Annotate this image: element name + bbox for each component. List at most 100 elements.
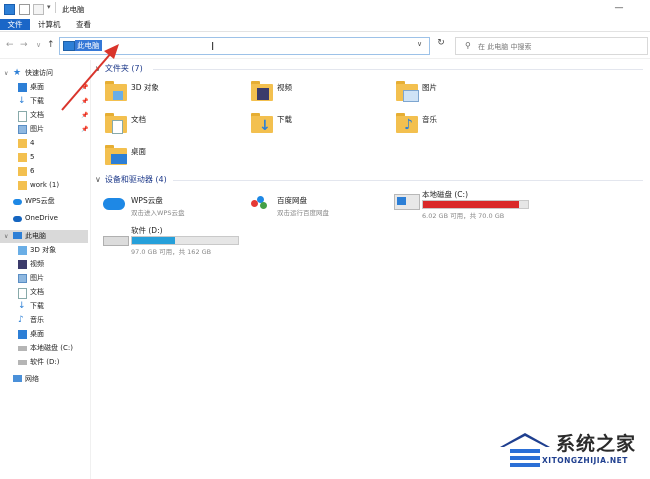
tab-file[interactable]: 文件 bbox=[0, 19, 30, 30]
video-icon bbox=[257, 88, 269, 100]
cloud-icon bbox=[103, 198, 125, 210]
sidebar-item-label: 网络 bbox=[25, 375, 39, 383]
folder-name: 图片 bbox=[422, 83, 437, 92]
sidebar-item-label: 图片 bbox=[30, 125, 44, 133]
folder-tile-documents[interactable]: 文档 bbox=[103, 112, 233, 144]
sidebar-item-3d-objects[interactable]: 3D 对象 bbox=[0, 244, 88, 257]
onedrive-cloud-icon bbox=[13, 216, 22, 222]
quick-toolbar-dropdown-icon[interactable]: ▾ bbox=[47, 3, 51, 11]
watermark-logo: 系统之家 XITONGZHIJIA.NET bbox=[490, 425, 650, 479]
sidebar-item-label: 桌面 bbox=[30, 330, 44, 338]
chevron-down-icon[interactable]: ∨ bbox=[95, 175, 101, 184]
folder-tile-downloads[interactable]: ↓ 下载 bbox=[249, 112, 379, 144]
sidebar-item-label: 此电脑 bbox=[25, 232, 46, 240]
folder-tile-videos[interactable]: 视频 bbox=[249, 80, 379, 112]
desktop-icon bbox=[111, 154, 127, 164]
folders-group-header[interactable]: ∨ 文件夹 (7) bbox=[95, 63, 143, 74]
3d-objects-icon bbox=[113, 91, 123, 100]
address-path[interactable]: 此电脑 bbox=[75, 40, 102, 51]
this-pc-icon bbox=[63, 41, 75, 51]
pin-icon[interactable]: 📌 bbox=[81, 109, 88, 122]
star-icon: ★ bbox=[13, 68, 22, 78]
sidebar-item-music[interactable]: ♪ 音乐 bbox=[0, 314, 88, 327]
devices-group-header[interactable]: ∨ 设备和驱动器 (4) bbox=[95, 174, 167, 185]
sidebar-item-folder-6[interactable]: 6 bbox=[0, 165, 88, 178]
folder-tile-music[interactable]: ♪ 音乐 bbox=[394, 112, 524, 144]
device-tile-wps-cloud[interactable]: WPS云盘 双击进入WPS云盘 bbox=[101, 193, 241, 225]
sidebar-item-pictures[interactable]: 图片 📌 bbox=[0, 123, 88, 136]
sidebar-item-this-pc[interactable]: ∨ 此电脑 bbox=[0, 230, 88, 243]
device-tile-drive-d[interactable]: 软件 (D:) 97.0 GB 可用，共 162 GB bbox=[101, 224, 251, 256]
folder-icon bbox=[18, 181, 27, 190]
up-arrow-icon[interactable]: ↑ bbox=[47, 40, 55, 50]
download-icon: ↓ bbox=[259, 118, 271, 134]
sidebar-item-folder-5[interactable]: 5 bbox=[0, 151, 88, 164]
pin-icon[interactable]: 📌 bbox=[81, 123, 88, 136]
properties-icon[interactable] bbox=[19, 4, 30, 15]
cloud-icon bbox=[13, 199, 22, 205]
sidebar-item-folder-4[interactable]: 4 bbox=[0, 137, 88, 150]
content-pane: ∨ 文件夹 (7) 3D 对象 视频 图片 文档 ↓ 下载 ♪ 音乐 桌面 ∨ … bbox=[91, 60, 650, 479]
sidebar-item-drive-d[interactable]: 软件 (D:) bbox=[0, 356, 88, 369]
chevron-down-icon[interactable]: ∨ bbox=[95, 64, 101, 73]
device-tile-baidu-netdisk[interactable]: 百度网盘 双击运行百度网盘 bbox=[249, 193, 389, 225]
chevron-down-icon[interactable]: ∨ bbox=[4, 230, 8, 243]
tab-computer[interactable]: 计算机 bbox=[38, 19, 61, 30]
sidebar-item-downloads[interactable]: ↓ 下载 📌 bbox=[0, 95, 88, 108]
music-note-icon: ♪ bbox=[18, 315, 24, 325]
sidebar-item-wps-cloud[interactable]: WPS云盘 bbox=[0, 195, 88, 208]
group-divider bbox=[153, 69, 643, 70]
document-icon bbox=[112, 120, 123, 134]
drive-icon bbox=[18, 346, 27, 351]
3d-objects-icon bbox=[18, 246, 27, 255]
sidebar-item-label: 下载 bbox=[30, 302, 44, 310]
sidebar-item-pc-documents[interactable]: 文档 bbox=[0, 286, 88, 299]
device-subtitle: 6.02 GB 可用，共 70.0 GB bbox=[422, 212, 505, 220]
minimize-icon[interactable]: — bbox=[612, 3, 626, 13]
sidebar-item-label: 5 bbox=[30, 153, 35, 161]
sidebar-item-drive-c[interactable]: 本地磁盘 (C:) bbox=[0, 342, 88, 355]
back-arrow-icon[interactable]: ← bbox=[6, 40, 14, 50]
desktop-icon bbox=[18, 83, 27, 92]
chevron-down-icon[interactable]: ∨ bbox=[4, 67, 8, 80]
new-folder-icon[interactable] bbox=[33, 4, 44, 15]
sidebar-item-work[interactable]: work (1) bbox=[0, 179, 88, 192]
sidebar-item-quick-access[interactable]: ∨ ★ 快速访问 bbox=[0, 67, 88, 80]
folder-icon bbox=[18, 167, 27, 176]
pin-icon[interactable]: 📌 bbox=[81, 81, 88, 94]
drive-usage-bar bbox=[131, 236, 239, 245]
search-input[interactable]: ⚲ 在 此电脑 中搜索 bbox=[455, 37, 648, 55]
pin-icon[interactable]: 📌 bbox=[81, 95, 88, 108]
tab-view[interactable]: 查看 bbox=[76, 19, 91, 30]
sidebar-item-label: 下载 bbox=[30, 97, 44, 105]
sidebar-item-pc-desktop[interactable]: 桌面 bbox=[0, 328, 88, 341]
drive-icon bbox=[18, 360, 27, 365]
network-icon bbox=[13, 375, 22, 382]
title-bar: ▾ 此电脑 — bbox=[0, 0, 650, 17]
sidebar-item-desktop[interactable]: 桌面 📌 bbox=[0, 81, 88, 94]
sidebar-item-onedrive[interactable]: OneDrive bbox=[0, 212, 88, 225]
folder-icon bbox=[18, 139, 27, 148]
sidebar-item-network[interactable]: 网络 bbox=[0, 373, 88, 386]
this-pc-icon bbox=[13, 232, 22, 239]
download-icon: ↓ bbox=[18, 96, 26, 106]
recent-chevron-icon[interactable]: ∨ bbox=[36, 41, 41, 49]
sidebar-item-label: 文档 bbox=[30, 111, 44, 119]
device-name: 软件 (D:) bbox=[131, 226, 163, 235]
address-bar[interactable]: 此电脑 I ∨ bbox=[59, 37, 430, 55]
sidebar-item-videos[interactable]: 视频 bbox=[0, 258, 88, 271]
device-subtitle: 双击进入WPS云盘 bbox=[131, 209, 185, 217]
sidebar-item-pc-pictures[interactable]: 图片 bbox=[0, 272, 88, 285]
folder-tile-pictures[interactable]: 图片 bbox=[394, 80, 524, 112]
chevron-down-icon[interactable]: ∨ bbox=[417, 40, 422, 48]
forward-arrow-icon[interactable]: → bbox=[20, 40, 28, 50]
folder-tile-3d-objects[interactable]: 3D 对象 bbox=[103, 80, 233, 112]
sidebar-item-pc-downloads[interactable]: ↓ 下载 bbox=[0, 300, 88, 313]
refresh-icon[interactable]: ↻ bbox=[435, 38, 447, 52]
drive-usage-fill bbox=[423, 201, 519, 208]
device-name: WPS云盘 bbox=[131, 196, 163, 205]
sidebar-item-documents[interactable]: 文档 📌 bbox=[0, 109, 88, 122]
window-title: 此电脑 bbox=[62, 5, 85, 14]
folder-tile-desktop[interactable]: 桌面 bbox=[103, 144, 233, 176]
device-tile-drive-c[interactable]: 本地磁盘 (C:) 6.02 GB 可用，共 70.0 GB bbox=[392, 188, 532, 220]
